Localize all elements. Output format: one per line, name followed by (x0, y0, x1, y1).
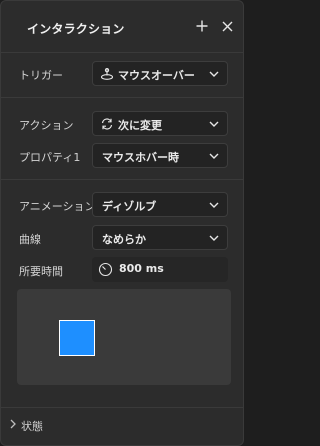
states-section[interactable]: 状態 (1, 407, 243, 445)
chevron-down-icon (209, 235, 219, 241)
animation-value: ディゾルブ (102, 200, 157, 213)
curve-label: 曲線 (19, 233, 41, 246)
states-label[interactable]: 状態 (21, 418, 43, 434)
panel-title: インタラクション (27, 22, 125, 36)
duration-label: 所要時間 (19, 265, 63, 278)
interaction-panel: インタラクション トリガー マウスオーバー アクション 次に変更 プロパティ1 … (0, 0, 244, 446)
animation-label: アニメーション (19, 200, 96, 213)
property-value: マウスホバー時 (102, 151, 179, 164)
curve-dropdown[interactable]: なめらか (92, 225, 228, 250)
action-dropdown[interactable]: 次に変更 (92, 111, 228, 136)
chevron-down-icon (209, 71, 219, 77)
trigger-value: マウスオーバー (118, 69, 195, 82)
swap-icon (99, 116, 114, 131)
plus-icon (196, 20, 208, 32)
property-dropdown[interactable]: マウスホバー時 (92, 143, 228, 168)
mouse-over-icon (99, 66, 114, 81)
chevron-down-icon (209, 153, 219, 159)
trigger-dropdown[interactable]: マウスオーバー (92, 61, 228, 86)
divider (1, 97, 243, 98)
close-icon (222, 21, 232, 31)
chevron-down-icon (209, 202, 219, 208)
duration-value: 800 ms (119, 262, 164, 275)
close-button[interactable] (218, 17, 236, 35)
chevron-down-icon (209, 121, 219, 127)
action-label: アクション (19, 119, 74, 132)
animation-dropdown[interactable]: ディゾルブ (92, 192, 228, 217)
timer-icon (98, 262, 113, 277)
action-value: 次に変更 (118, 119, 162, 132)
animation-preview (17, 289, 231, 385)
panel-header: インタラクション (1, 1, 243, 53)
chevron-right-icon (10, 419, 16, 429)
curve-value: なめらか (102, 233, 146, 246)
preview-square (59, 320, 95, 356)
add-button[interactable] (193, 17, 211, 35)
duration-field[interactable]: 800 ms (92, 257, 228, 282)
property-label: プロパティ1 (19, 151, 81, 164)
divider (1, 179, 243, 180)
trigger-label: トリガー (19, 69, 63, 82)
